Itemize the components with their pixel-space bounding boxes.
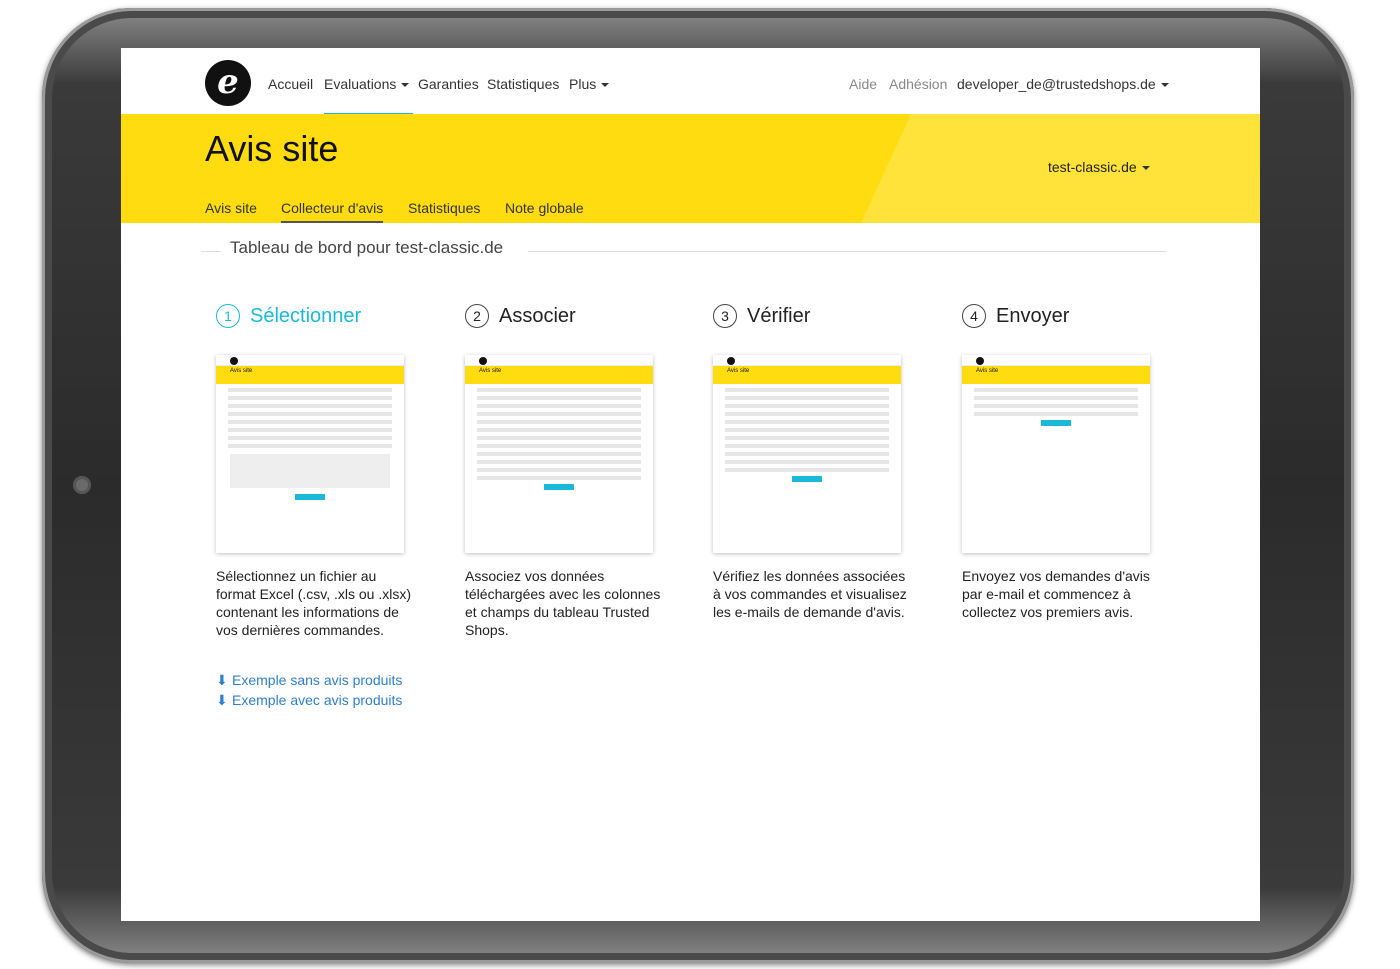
step-number: 4: [962, 304, 986, 328]
shop-selector[interactable]: test-classic.de: [1048, 159, 1150, 175]
thumb-title: Avis site: [479, 368, 502, 374]
step-description: Sélectionnez un fichier au format Excel …: [216, 568, 411, 638]
page-header: Avis site test-classic.de Avis site Coll…: [121, 114, 1260, 223]
step-description: Envoyez vos demandes d'avis par e-mail e…: [962, 568, 1150, 620]
step-heading: 2 Associer: [465, 303, 675, 329]
chevron-down-icon: [1160, 83, 1169, 88]
nav-plus[interactable]: Plus: [569, 76, 610, 92]
user-menu[interactable]: developer_de@trustedshops.de: [957, 76, 1169, 92]
step-screenshot: Avis site: [713, 355, 901, 553]
tab-note-globale[interactable]: Note globale: [505, 200, 584, 216]
user-email: developer_de@trustedshops.de: [957, 76, 1156, 92]
step-number: 1: [216, 304, 240, 328]
thumb-title: Avis site: [727, 368, 750, 374]
download-label: Exemple avec avis produits: [232, 692, 403, 708]
divider: [201, 251, 221, 252]
page-title: Avis site: [205, 128, 339, 169]
nav-plus-label: Plus: [569, 76, 597, 92]
app-screen: e Accueil Evaluations Garanties Statisti…: [121, 48, 1260, 921]
step-select[interactable]: 1 Sélectionner Avis site Sélectionnez un…: [216, 303, 426, 638]
chevron-down-icon: [601, 83, 610, 88]
step-heading: 3 Vérifier: [713, 303, 923, 329]
tab-avis-site[interactable]: Avis site: [205, 200, 257, 216]
chevron-down-icon: [1141, 166, 1150, 171]
step-send[interactable]: 4 Envoyer Avis site Envoyez vos demandes…: [962, 303, 1172, 620]
step-screenshot: Avis site: [465, 355, 653, 553]
step-title: Vérifier: [747, 304, 811, 327]
step-heading: 1 Sélectionner: [216, 303, 426, 329]
step-screenshot: Avis site: [216, 355, 404, 553]
step-description: Vérifiez les données associées à vos com…: [713, 568, 907, 620]
shop-selector-label: test-classic.de: [1048, 159, 1137, 175]
nav-evaluations[interactable]: Evaluations: [324, 76, 414, 116]
home-button: [73, 476, 91, 494]
nav-aide[interactable]: Aide: [849, 76, 877, 92]
logo-icon: [230, 357, 238, 365]
trusted-shops-logo[interactable]: e: [205, 60, 251, 106]
nav-statistiques[interactable]: Statistiques: [487, 76, 559, 92]
step-number: 2: [465, 304, 489, 328]
thumb-title: Avis site: [976, 368, 999, 374]
nav-accueil[interactable]: Accueil: [268, 76, 313, 92]
download-example-without-products[interactable]: ⬇ Exemple sans avis produits: [216, 672, 402, 689]
step-title: Associer: [499, 304, 576, 327]
logo-icon: [479, 357, 487, 365]
tab-statistiques[interactable]: Statistiques: [408, 200, 480, 216]
nav-garanties[interactable]: Garanties: [418, 76, 479, 92]
tab-collecteur[interactable]: Collecteur d'avis: [281, 200, 384, 223]
top-navigation: e Accueil Evaluations Garanties Statisti…: [121, 48, 1260, 116]
nav-evaluations-label: Evaluations: [324, 76, 397, 92]
step-associate[interactable]: 2 Associer Avis site Associez vos donnée…: [465, 303, 675, 638]
divider: [528, 251, 1166, 252]
step-screenshot: Avis site: [962, 355, 1150, 553]
download-label: Exemple sans avis produits: [232, 672, 403, 688]
logo-icon: [727, 357, 735, 365]
chevron-down-icon: [401, 83, 410, 88]
thumb-title: Avis site: [230, 368, 253, 374]
step-title: Sélectionner: [250, 304, 362, 327]
nav-adhesion[interactable]: Adhésion: [889, 76, 947, 92]
step-verify[interactable]: 3 Vérifier Avis site Vérifiez les donnée…: [713, 303, 923, 620]
download-example-with-products[interactable]: ⬇ Exemple avec avis produits: [216, 692, 402, 709]
step-heading: 4 Envoyer: [962, 303, 1172, 329]
step-number: 3: [713, 304, 737, 328]
download-icon: ⬇: [216, 672, 228, 688]
step-title: Envoyer: [996, 304, 1070, 327]
download-icon: ⬇: [216, 692, 228, 708]
dashboard-title: Tableau de bord pour test-classic.de: [230, 238, 504, 257]
logo-icon: [976, 357, 984, 365]
step-description: Associez vos données téléchargées avec l…: [465, 568, 661, 638]
